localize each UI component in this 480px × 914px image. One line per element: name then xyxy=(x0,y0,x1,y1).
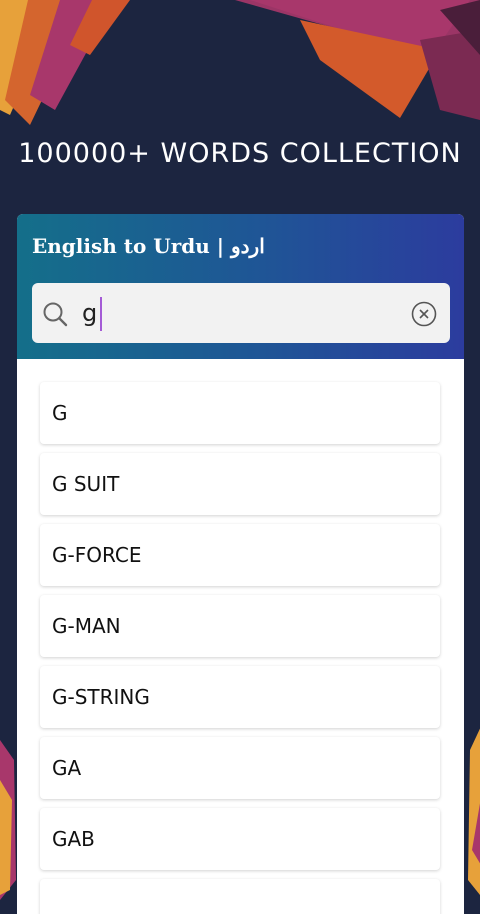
list-item[interactable]: G-FORCE xyxy=(40,524,440,586)
word-list: G G SUIT G-FORCE G-MAN G-STRING GA GAB xyxy=(40,382,440,914)
search-field[interactable]: g xyxy=(32,283,450,343)
promo-title: 100000+ WORDS COLLECTION xyxy=(18,138,462,169)
list-item[interactable]: G SUIT xyxy=(40,453,440,515)
search-input[interactable]: g xyxy=(82,299,97,327)
clear-circle-icon[interactable] xyxy=(410,300,438,328)
app-header: English to Urdu | اردو g xyxy=(17,214,464,359)
decorative-shapes-right xyxy=(468,728,480,895)
app-title: English to Urdu | اردو xyxy=(32,234,265,258)
decorative-shapes-top xyxy=(0,0,480,125)
list-item[interactable]: GAB xyxy=(40,808,440,870)
search-icon[interactable] xyxy=(41,300,69,328)
list-item[interactable]: G-STRING xyxy=(40,666,440,728)
list-item[interactable] xyxy=(40,879,440,914)
list-item[interactable]: G xyxy=(40,382,440,444)
app-screen: English to Urdu | اردو g G G SUIT G-FORC… xyxy=(17,214,464,914)
list-item[interactable]: GA xyxy=(40,737,440,799)
list-item[interactable]: G-MAN xyxy=(40,595,440,657)
text-caret xyxy=(100,297,102,331)
